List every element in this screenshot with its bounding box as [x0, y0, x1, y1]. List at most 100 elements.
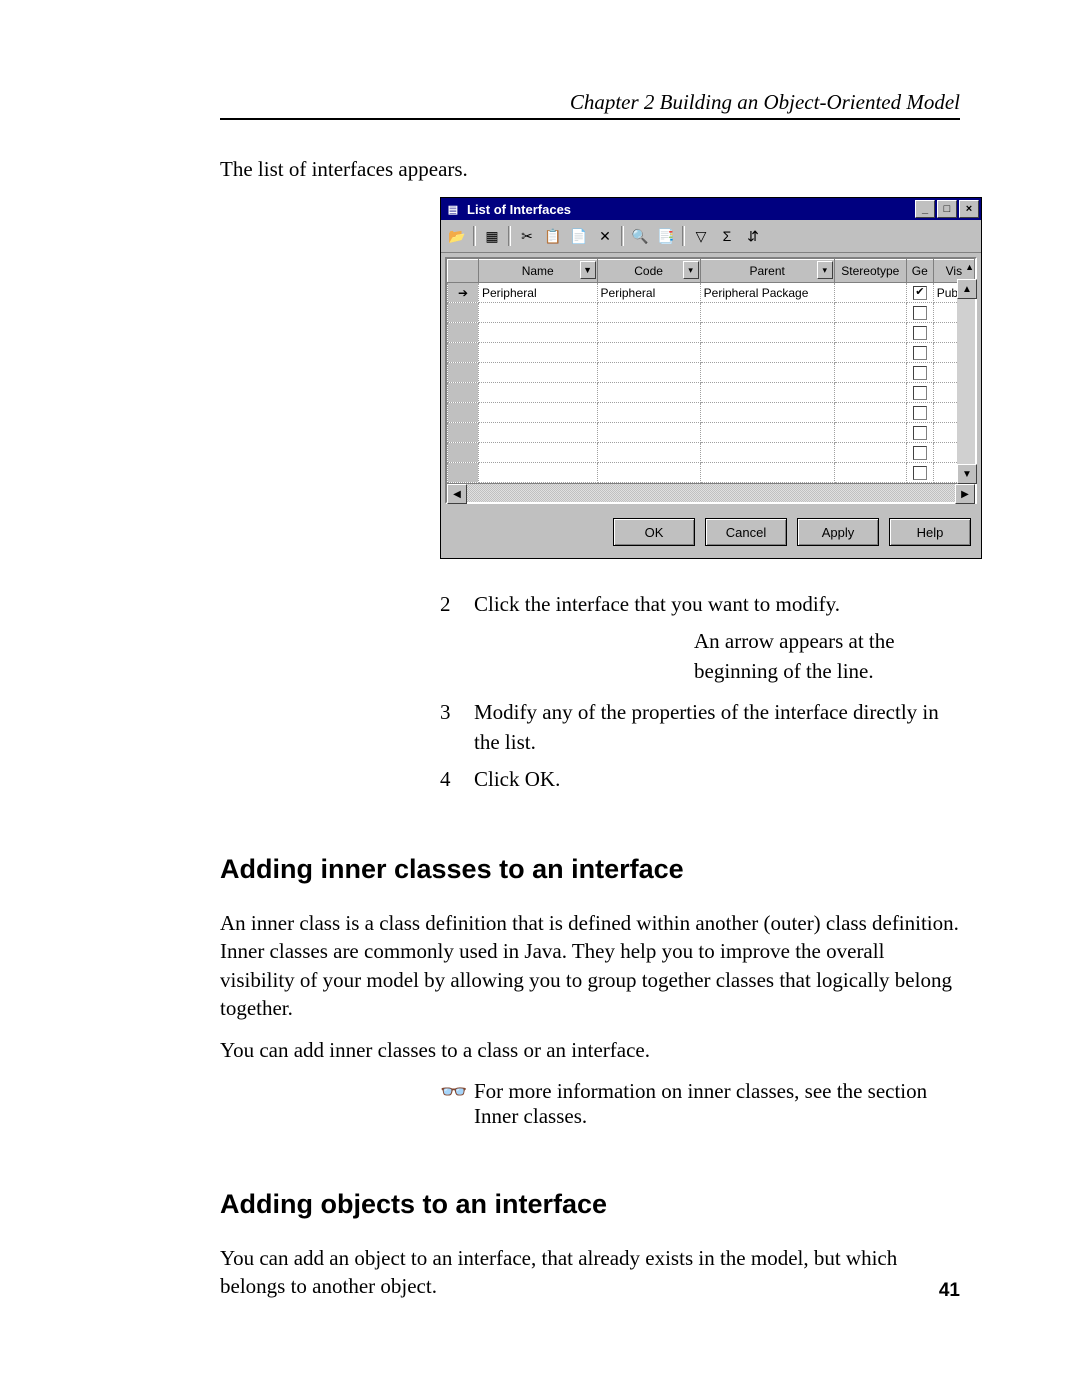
col-stereotype[interactable]: Stereotype	[834, 260, 906, 283]
cell-parent[interactable]	[700, 443, 834, 463]
cell-stereotype[interactable]	[834, 443, 906, 463]
row-selector[interactable]	[448, 403, 479, 423]
table-row[interactable]	[448, 323, 975, 343]
cell-generate[interactable]	[906, 443, 933, 463]
toolbar-paste-icon[interactable]: 📄	[567, 224, 591, 248]
toolbar-find-icon[interactable]: 🔍	[628, 224, 652, 248]
checkbox[interactable]	[913, 446, 927, 460]
cell-name[interactable]	[478, 403, 597, 423]
toolbar-sort-icon[interactable]: ⇵	[741, 224, 765, 248]
scroll-track[interactable]	[467, 484, 955, 502]
interfaces-grid[interactable]: Name▼ Code▾ Parent▾ Stereotype Ge Vis▲ ➔…	[445, 257, 977, 504]
cell-generate[interactable]	[906, 423, 933, 443]
dialog-titlebar[interactable]: ▤ List of Interfaces _ □ ×	[441, 198, 981, 220]
cell-code[interactable]	[597, 303, 700, 323]
cell-generate[interactable]	[906, 323, 933, 343]
cell-parent[interactable]	[700, 323, 834, 343]
cell-code[interactable]	[597, 423, 700, 443]
cell-generate[interactable]	[906, 303, 933, 323]
minimize-button[interactable]: _	[915, 200, 935, 218]
scroll-left-icon[interactable]: ◀	[447, 484, 467, 504]
cell-parent[interactable]	[700, 403, 834, 423]
checkbox[interactable]	[913, 406, 927, 420]
ok-button[interactable]: OK	[613, 518, 695, 546]
cell-name[interactable]	[478, 443, 597, 463]
dropdown-icon[interactable]: ▼	[580, 261, 596, 279]
checkbox[interactable]	[913, 366, 927, 380]
cell-stereotype[interactable]	[834, 403, 906, 423]
cell-stereotype[interactable]	[834, 343, 906, 363]
cell-generate[interactable]	[906, 383, 933, 403]
scroll-up-icon[interactable]: ▲	[957, 279, 977, 299]
toolbar-grid-icon[interactable]: ▦	[480, 224, 504, 248]
cell-name[interactable]	[478, 363, 597, 383]
scroll-right-icon[interactable]: ▶	[955, 484, 975, 504]
cell-generate[interactable]	[906, 343, 933, 363]
col-code[interactable]: Code▾	[597, 260, 700, 283]
cell-code[interactable]	[597, 443, 700, 463]
checkbox[interactable]	[913, 306, 927, 320]
cell-name[interactable]	[478, 423, 597, 443]
table-row[interactable]: ➔PeripheralPeripheralPeripheral Package✔…	[448, 283, 975, 303]
row-selector[interactable]	[448, 383, 479, 403]
row-selector[interactable]	[448, 363, 479, 383]
cell-stereotype[interactable]	[834, 323, 906, 343]
table-row[interactable]	[448, 363, 975, 383]
cancel-button[interactable]: Cancel	[705, 518, 787, 546]
close-button[interactable]: ×	[959, 200, 979, 218]
toolbar-filter-icon[interactable]: ▽	[689, 224, 713, 248]
cell-code[interactable]	[597, 463, 700, 483]
cell-generate[interactable]	[906, 363, 933, 383]
scroll-track[interactable]	[957, 299, 975, 464]
cell-parent[interactable]	[700, 303, 834, 323]
cell-code[interactable]	[597, 383, 700, 403]
toolbar-open-icon[interactable]: 📂	[445, 224, 469, 248]
toolbar-sum-icon[interactable]: Σ	[715, 224, 739, 248]
cell-code[interactable]: Peripheral	[597, 283, 700, 303]
cell-stereotype[interactable]	[834, 363, 906, 383]
col-name[interactable]: Name▼	[478, 260, 597, 283]
cell-parent[interactable]	[700, 423, 834, 443]
maximize-button[interactable]: □	[937, 200, 957, 218]
cell-code[interactable]	[597, 363, 700, 383]
cell-name[interactable]: Peripheral	[478, 283, 597, 303]
table-row[interactable]	[448, 463, 975, 483]
cell-name[interactable]	[478, 323, 597, 343]
checkbox[interactable]	[913, 426, 927, 440]
cell-generate[interactable]: ✔	[906, 283, 933, 303]
cell-parent[interactable]	[700, 383, 834, 403]
help-button[interactable]: Help	[889, 518, 971, 546]
table-row[interactable]	[448, 423, 975, 443]
row-selector[interactable]	[448, 443, 479, 463]
dropdown-icon[interactable]: ▾	[817, 261, 833, 279]
cell-parent[interactable]	[700, 463, 834, 483]
cell-code[interactable]	[597, 343, 700, 363]
col-rowheader[interactable]	[448, 260, 479, 283]
checkbox[interactable]	[913, 326, 927, 340]
scroll-down-icon[interactable]: ▼	[957, 464, 977, 484]
cell-name[interactable]	[478, 463, 597, 483]
checkbox[interactable]: ✔	[913, 286, 927, 300]
cell-stereotype[interactable]	[834, 283, 906, 303]
cell-stereotype[interactable]	[834, 423, 906, 443]
cell-parent[interactable]	[700, 363, 834, 383]
cell-parent[interactable]	[700, 343, 834, 363]
col-generate[interactable]: Ge	[906, 260, 933, 283]
cell-name[interactable]	[478, 303, 597, 323]
cell-name[interactable]	[478, 383, 597, 403]
row-selector[interactable]	[448, 463, 479, 483]
table-row[interactable]	[448, 383, 975, 403]
horizontal-scrollbar[interactable]: ◀ ▶	[447, 483, 975, 502]
vertical-scrollbar[interactable]: ▲ ▼	[957, 279, 975, 484]
table-row[interactable]	[448, 343, 975, 363]
toolbar-cut-icon[interactable]: ✂	[515, 224, 539, 248]
toolbar-delete-icon[interactable]: ✕	[593, 224, 617, 248]
cell-name[interactable]	[478, 343, 597, 363]
checkbox[interactable]	[913, 346, 927, 360]
dropdown-icon[interactable]: ▾	[683, 261, 699, 279]
checkbox[interactable]	[913, 386, 927, 400]
cell-parent[interactable]: Peripheral Package	[700, 283, 834, 303]
table-row[interactable]	[448, 403, 975, 423]
toolbar-replace-icon[interactable]: 📑	[654, 224, 678, 248]
table-row[interactable]	[448, 443, 975, 463]
